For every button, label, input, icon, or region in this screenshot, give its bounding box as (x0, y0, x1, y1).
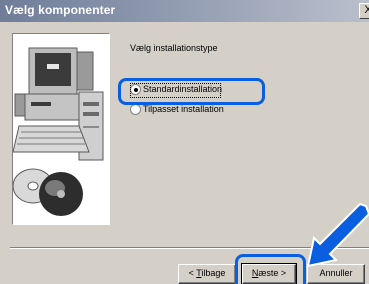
computer-and-cd-icon (12, 47, 104, 216)
setup-illustration-panel (12, 33, 110, 225)
back-label: ilbage (201, 268, 226, 278)
close-icon[interactable]: X (359, 3, 369, 19)
radio-custom[interactable] (130, 104, 141, 115)
window-title: Vælg komponenter (5, 3, 116, 17)
pointer-arrow-icon (306, 202, 369, 268)
option-custom-label[interactable]: Tilpasset installation (143, 104, 224, 114)
title-bar: Vælg komponenter X (0, 0, 369, 22)
installer-dialog: Vælg komponenter X Vælg installationstyp… (0, 0, 369, 284)
next-button-highlight (235, 254, 306, 284)
back-prefix: < (188, 268, 194, 278)
back-button[interactable]: < Tilbage (178, 264, 236, 284)
install-type-heading: Vælg installationstype (130, 43, 218, 53)
standard-option-highlight (118, 78, 265, 105)
